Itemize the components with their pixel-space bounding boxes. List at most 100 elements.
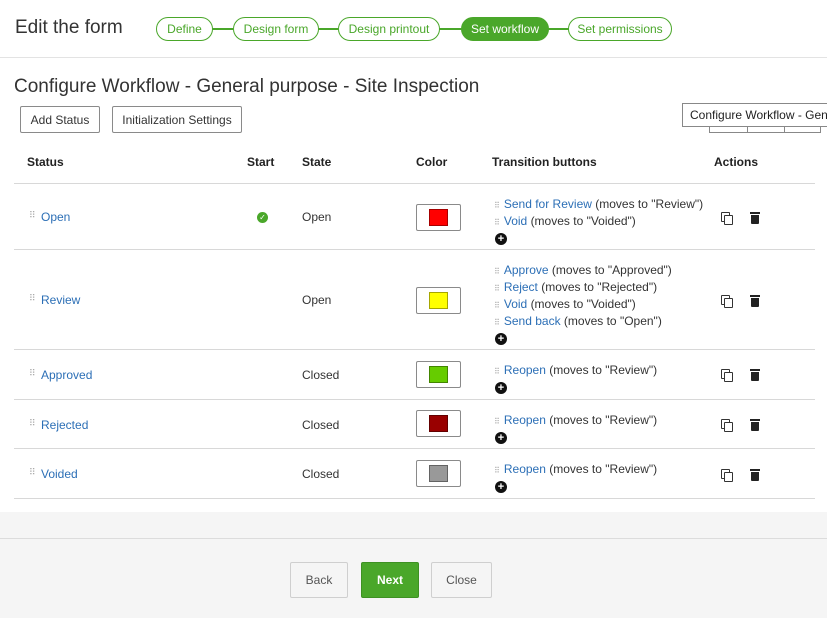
status-link[interactable]: Rejected: [41, 418, 88, 432]
trash-icon[interactable]: [750, 419, 760, 431]
transition-item: ⠿ Approve (moves to "Approved"): [494, 263, 672, 280]
step-connector: [548, 28, 569, 30]
add-transition-icon[interactable]: +: [495, 432, 507, 444]
transition-link[interactable]: Reopen: [504, 462, 546, 476]
add-transition-icon[interactable]: +: [495, 333, 507, 345]
color-swatch: [429, 209, 448, 226]
drag-handle-icon[interactable]: ⠿: [29, 368, 36, 379]
step-design-form[interactable]: Design form: [233, 17, 319, 41]
copy-icon[interactable]: [721, 369, 733, 382]
transition-link[interactable]: Reopen: [504, 413, 546, 427]
workflow-panel: Configure Workflow - General purpose - S…: [0, 58, 827, 512]
state-value: Closed: [302, 467, 340, 481]
close-button[interactable]: Close: [431, 562, 492, 598]
drag-handle-icon[interactable]: ⠿: [494, 301, 500, 310]
status-link[interactable]: Open: [41, 210, 70, 224]
transition-item: ⠿ Reject (moves to "Rejected"): [494, 280, 672, 297]
state-value: Closed: [302, 368, 340, 382]
transition-link[interactable]: Reopen: [504, 363, 546, 377]
col-state: State: [302, 155, 332, 169]
copy-icon[interactable]: [721, 212, 733, 225]
trash-icon[interactable]: [750, 212, 760, 224]
transition-list: ⠿ Reopen (moves to "Review") +: [494, 462, 657, 493]
transition-list: ⠿ Reopen (moves to "Review") +: [494, 413, 657, 444]
color-swatch: [429, 366, 448, 383]
color-picker[interactable]: [416, 361, 461, 388]
next-button[interactable]: Next: [361, 562, 419, 598]
workflow-table: Status Start State Color Transition butt…: [14, 139, 827, 511]
add-transition-icon[interactable]: +: [495, 382, 507, 394]
page-title: Edit the form: [15, 17, 123, 38]
transition-list: ⠿ Send for Review (moves to "Review") ⠿ Vo…: [494, 197, 703, 245]
color-picker[interactable]: [416, 410, 461, 437]
table-row: ⠿ Voided Closed ⠿ Reopen (moves to "Revie…: [14, 449, 815, 499]
col-actions: Actions: [714, 155, 759, 169]
col-status: Status: [27, 155, 64, 169]
transition-item: ⠿ Reopen (moves to "Review"): [494, 462, 657, 479]
copy-icon[interactable]: [721, 295, 733, 308]
step-set-permissions[interactable]: Set permissions: [568, 17, 672, 41]
drag-handle-icon[interactable]: ⠿: [494, 284, 500, 293]
drag-handle-icon[interactable]: ⠿: [494, 267, 500, 276]
transition-link[interactable]: Send for Review: [504, 197, 592, 211]
add-transition-icon[interactable]: +: [495, 233, 507, 245]
transition-item: ⠿ Void (moves to "Voided"): [494, 297, 672, 314]
drag-handle-icon[interactable]: ⠿: [494, 417, 500, 426]
transition-list: ⠿ Reopen (moves to "Review") +: [494, 363, 657, 394]
transition-link[interactable]: Void: [504, 297, 527, 311]
transition-desc: (moves to "Open"): [563, 314, 662, 328]
drag-handle-icon[interactable]: ⠿: [29, 293, 36, 304]
table-row: ⠿ Rejected Closed ⠿ Reopen (moves to "Rev…: [14, 400, 815, 449]
transition-desc: (moves to "Review"): [549, 363, 658, 377]
table-row: ⠿ Review Open ⠿ Approve (moves to "Approv…: [14, 250, 815, 350]
transition-link[interactable]: Send back: [504, 314, 561, 328]
drag-handle-icon[interactable]: ⠿: [29, 467, 36, 478]
trash-icon[interactable]: [750, 295, 760, 307]
transition-desc: (moves to "Rejected"): [541, 280, 658, 294]
copy-icon[interactable]: [721, 469, 733, 482]
transition-link[interactable]: Approve: [504, 263, 549, 277]
status-link[interactable]: Review: [41, 293, 80, 307]
drag-handle-icon[interactable]: ⠿: [494, 367, 500, 376]
drag-handle-icon[interactable]: ⠿: [29, 210, 36, 221]
back-button[interactable]: Back: [290, 562, 348, 598]
step-define[interactable]: Define: [156, 17, 213, 41]
color-swatch: [429, 292, 448, 309]
drag-handle-icon[interactable]: ⠿: [494, 218, 500, 227]
step-set-workflow[interactable]: Set workflow: [461, 17, 549, 41]
status-link[interactable]: Approved: [41, 368, 92, 382]
page-header: Edit the form Define Design form Design …: [0, 0, 827, 58]
wizard-footer: Back Next Close: [0, 538, 827, 618]
transition-item: ⠿ Void (moves to "Voided"): [494, 214, 703, 231]
add-transition-icon[interactable]: +: [495, 481, 507, 493]
step-connector: [211, 28, 233, 30]
start-check-icon: ✓: [257, 212, 268, 223]
step-design-printout[interactable]: Design printout: [338, 17, 440, 41]
drag-handle-icon[interactable]: ⠿: [29, 418, 36, 429]
state-value: Open: [302, 293, 332, 307]
status-link[interactable]: Voided: [41, 467, 78, 481]
drag-handle-icon[interactable]: ⠿: [494, 201, 500, 210]
state-value: Open: [302, 210, 332, 224]
state-value: Closed: [302, 418, 340, 432]
color-picker[interactable]: [416, 460, 461, 487]
trash-icon[interactable]: [750, 469, 760, 481]
drag-handle-icon[interactable]: ⠿: [494, 318, 500, 327]
color-picker[interactable]: [416, 287, 461, 314]
copy-icon[interactable]: [721, 419, 733, 432]
transition-link[interactable]: Void: [504, 214, 527, 228]
drag-handle-icon[interactable]: ⠿: [494, 466, 500, 475]
transition-item: ⠿ Send back (moves to "Open"): [494, 314, 672, 331]
step-connector: [439, 28, 462, 30]
trash-icon[interactable]: [750, 369, 760, 381]
transition-list: ⠿ Approve (moves to "Approved") ⠿ Reject (…: [494, 263, 672, 345]
transition-desc: (moves to "Review"): [549, 413, 658, 427]
workflow-title: Configure Workflow - General purpose - S…: [14, 76, 480, 97]
initialization-settings-button[interactable]: Initialization Settings: [112, 106, 242, 133]
color-picker[interactable]: [416, 204, 461, 231]
transition-link[interactable]: Reject: [504, 280, 538, 294]
add-status-button[interactable]: Add Status: [20, 106, 100, 133]
color-swatch: [429, 415, 448, 432]
title-tooltip: Configure Workflow - General purpose - S…: [682, 103, 827, 127]
table-row: ⠿ Open ✓ Open ⠿ Send for Review (moves to…: [14, 184, 815, 250]
